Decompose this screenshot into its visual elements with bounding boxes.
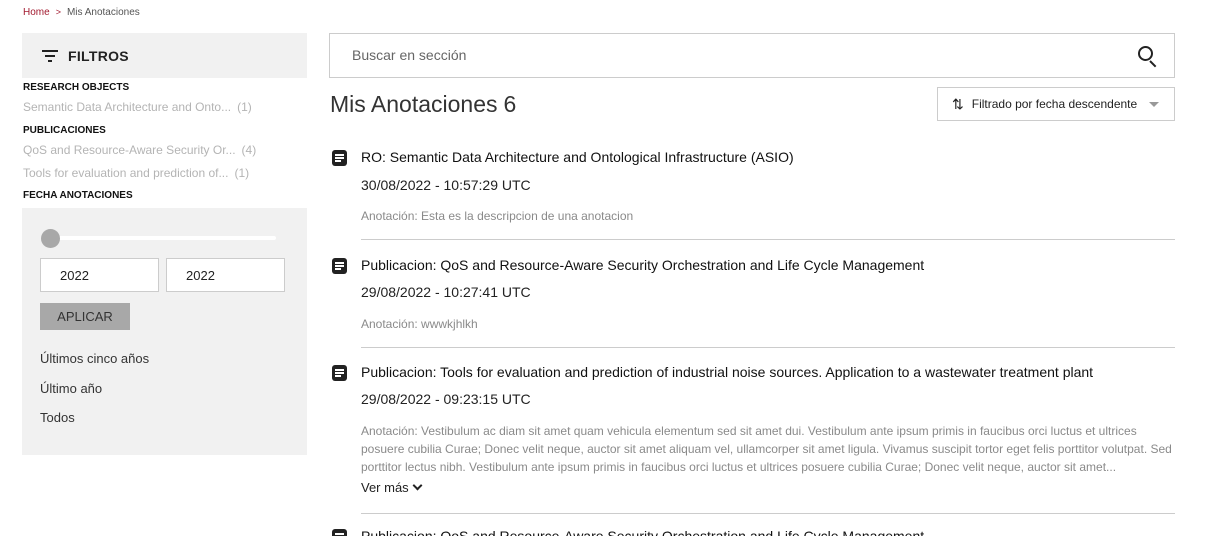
- facet-item-label: QoS and Resource-Aware Security Or...: [23, 143, 236, 157]
- result-title-link[interactable]: Publicacion: QoS and Resource-Aware Secu…: [361, 257, 924, 273]
- document-icon: [332, 258, 347, 274]
- facet-title-publicaciones: PUBLICACIONES: [23, 125, 106, 136]
- sort-dropdown[interactable]: ⇅ Filtrado por fecha descendente: [937, 87, 1175, 121]
- facet-item-research-object[interactable]: Semantic Data Architecture and Onto... (…: [23, 100, 263, 114]
- breadcrumb-separator: >: [55, 7, 61, 17]
- result-date: 29/08/2022 - 09:23:15 UTC: [361, 391, 531, 407]
- quick-filter-last-year[interactable]: Último año: [40, 381, 102, 396]
- filters-header: FILTROS: [22, 33, 307, 78]
- result-date: 30/08/2022 - 10:57:29 UTC: [361, 177, 531, 193]
- breadcrumb: Home > Mis Anotaciones: [23, 7, 140, 18]
- results-count: 6: [503, 91, 517, 117]
- document-icon: [332, 529, 347, 536]
- result-item: Publicacion: QoS and Resource-Aware Secu…: [330, 528, 1175, 536]
- date-range-slider-track[interactable]: [50, 236, 276, 240]
- result-date: 29/08/2022 - 10:27:41 UTC: [361, 284, 531, 300]
- result-annotation: Anotación: Vestibulum ac diam sit amet q…: [361, 424, 1172, 474]
- result-divider: [361, 239, 1175, 240]
- filter-icon: [42, 49, 58, 62]
- result-item: RO: Semantic Data Architecture and Ontol…: [330, 149, 1175, 241]
- sort-arrows-icon: ⇅: [952, 95, 964, 112]
- facet-item-publicacion[interactable]: Tools for evaluation and prediction of..…: [23, 166, 263, 180]
- year-from-input[interactable]: [40, 258, 159, 292]
- document-icon: [332, 150, 347, 166]
- search-icon[interactable]: [1138, 46, 1158, 68]
- year-to-input[interactable]: [166, 258, 285, 292]
- page-title-text: Mis Anotaciones: [330, 91, 498, 117]
- apply-button[interactable]: APLICAR: [40, 303, 130, 330]
- search-input[interactable]: [352, 47, 1112, 63]
- result-divider: [361, 513, 1175, 514]
- result-item: Publicacion: QoS and Resource-Aware Secu…: [330, 257, 1175, 349]
- breadcrumb-home-link[interactable]: Home: [23, 7, 50, 18]
- result-title-link[interactable]: RO: Semantic Data Architecture and Ontol…: [361, 149, 794, 165]
- see-more-toggle[interactable]: Ver más: [361, 480, 423, 495]
- result-annotation: Anotación: Esta es la descripcion de una…: [361, 209, 634, 223]
- chevron-down-icon: [412, 480, 423, 491]
- facet-title-research-objects: RESEARCH OBJECTS: [23, 82, 130, 93]
- caret-down-icon: [1149, 101, 1160, 107]
- result-item: Publicacion: Tools for evaluation and pr…: [330, 364, 1175, 516]
- page-title: Mis Anotaciones 6: [330, 91, 516, 118]
- facet-item-label: Semantic Data Architecture and Onto...: [23, 100, 232, 114]
- facet-title-fecha: FECHA ANOTACIONES: [23, 190, 133, 201]
- breadcrumb-current: Mis Anotaciones: [66, 7, 140, 18]
- document-icon: [332, 365, 347, 381]
- facet-item-count: (1): [234, 166, 250, 180]
- sort-label: Filtrado por fecha descendente: [971, 97, 1138, 111]
- quick-filter-all[interactable]: Todos: [40, 410, 75, 425]
- filters-title: FILTROS: [68, 47, 129, 64]
- search-box: [329, 33, 1175, 78]
- date-filter-panel: APLICAR Últimos cinco años Último año To…: [22, 208, 307, 455]
- result-annotation: Anotación: wwwkjhlkh: [361, 317, 478, 331]
- facet-item-count: (4): [241, 143, 257, 157]
- facet-item-publicacion[interactable]: QoS and Resource-Aware Security Or... (4…: [23, 143, 263, 157]
- result-divider: [361, 347, 1175, 348]
- facet-item-label: Tools for evaluation and prediction of..…: [23, 166, 229, 180]
- result-title-link[interactable]: Publicacion: Tools for evaluation and pr…: [361, 364, 1093, 380]
- result-title-link[interactable]: Publicacion: QoS and Resource-Aware Secu…: [361, 528, 924, 536]
- quick-filter-last-five-years[interactable]: Últimos cinco años: [40, 351, 149, 366]
- date-range-slider-handle[interactable]: [41, 229, 60, 248]
- see-more-label: Ver más: [361, 480, 409, 495]
- facet-item-count: (1): [237, 100, 252, 114]
